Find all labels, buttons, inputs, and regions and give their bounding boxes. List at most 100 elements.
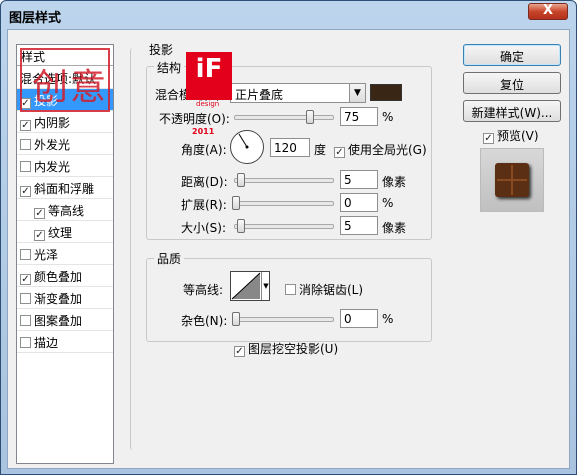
dialog-body: 样式 混合选项:默认投影内阴影外发光内发光斜面和浮雕等高线纹理光泽颜色叠加渐变叠…	[7, 29, 570, 469]
knockout-checkbox[interactable]: 图层挖空投影(U)	[234, 340, 338, 357]
style-item[interactable]: 内阴影	[17, 111, 113, 133]
antialias-checkbox[interactable]: 消除锯齿(L)	[285, 281, 363, 298]
distance-unit: 像素	[382, 175, 407, 189]
spread-label: 扩展(R):	[181, 198, 227, 212]
style-item-label: 等高线	[48, 204, 85, 218]
style-item[interactable]: 光泽	[17, 243, 113, 265]
style-item-label: 渐变叠加	[34, 292, 83, 306]
opacity-slider[interactable]	[234, 110, 334, 124]
style-item-label: 光泽	[34, 248, 59, 262]
knockout-check[interactable]	[234, 346, 245, 357]
style-item-checkbox[interactable]	[20, 161, 31, 172]
quality-label: 品质	[154, 250, 185, 267]
noise-unit: %	[382, 312, 394, 326]
style-item[interactable]: 内发光	[17, 155, 113, 177]
spread-slider-thumb[interactable]	[232, 196, 240, 210]
style-preview-thumbnail	[480, 148, 544, 212]
style-item-checkbox[interactable]	[20, 337, 31, 348]
size-unit: 像素	[382, 221, 407, 235]
structure-label: 结构	[154, 59, 185, 76]
style-item-checkbox[interactable]	[34, 230, 45, 241]
chevron-down-icon: ▼	[349, 84, 365, 102]
style-item[interactable]: 描边	[17, 331, 113, 353]
if-design-logo: iF	[186, 52, 232, 100]
spread-unit: %	[382, 196, 394, 210]
distance-slider[interactable]	[234, 173, 334, 187]
global-light-check[interactable]	[334, 147, 345, 158]
chocolate-preview-image	[495, 163, 529, 197]
contour-label: 等高线:	[183, 283, 224, 297]
noise-slider[interactable]	[232, 312, 334, 326]
style-item-checkbox[interactable]	[20, 315, 31, 326]
close-button[interactable]: X	[528, 3, 568, 20]
style-item-checkbox[interactable]	[20, 120, 31, 131]
watermark-seal: 创意	[20, 48, 110, 112]
title-bar[interactable]: 图层样式 X	[1, 1, 576, 29]
shadow-color-swatch[interactable]	[370, 84, 402, 101]
style-item[interactable]: 渐变叠加	[17, 287, 113, 309]
antialias-label: 消除锯齿(L)	[299, 283, 364, 297]
global-light-label: 使用全局光(G)	[348, 143, 427, 157]
style-item-label: 内发光	[34, 160, 71, 174]
blend-mode-select[interactable]: 正片叠底 ▼	[230, 83, 366, 103]
noise-input[interactable]: 0	[340, 309, 378, 328]
noise-label: 杂色(N):	[181, 314, 228, 328]
preview-checkbox[interactable]: 预览(V)	[483, 127, 539, 144]
style-item-label: 纹理	[48, 226, 73, 240]
noise-slider-thumb[interactable]	[232, 312, 240, 326]
style-item-checkbox[interactable]	[34, 208, 45, 219]
ok-button[interactable]: 确定	[463, 44, 561, 66]
style-item-checkbox[interactable]	[20, 139, 31, 150]
drop-shadow-title: 投影	[149, 41, 174, 58]
style-item-label: 斜面和浮雕	[34, 182, 95, 196]
size-label: 大小(S):	[181, 221, 227, 235]
knockout-label: 图层挖空投影(U)	[248, 342, 339, 356]
if-logo-subtext: design	[196, 100, 220, 108]
size-slider[interactable]	[234, 219, 334, 233]
window-title: 图层样式	[9, 11, 62, 26]
watermark-stamp-text: 创意	[32, 67, 109, 108]
size-input[interactable]: 5	[340, 216, 378, 235]
preview-label: 预览(V)	[497, 129, 539, 143]
spread-input[interactable]: 0	[340, 193, 378, 212]
angle-input[interactable]: 120	[270, 138, 310, 157]
style-item[interactable]: 颜色叠加	[17, 265, 113, 287]
style-item[interactable]: 纹理	[17, 221, 113, 243]
distance-label: 距离(D):	[181, 175, 228, 189]
contour-dropdown-icon[interactable]: ▼	[261, 272, 270, 300]
opacity-unit: %	[382, 110, 394, 124]
contour-picker[interactable]: ▼	[230, 271, 270, 301]
style-item-checkbox[interactable]	[20, 249, 31, 260]
angle-label: 角度(A):	[181, 143, 227, 157]
opacity-input[interactable]: 75	[340, 107, 378, 126]
angle-needle	[238, 133, 249, 149]
global-light-checkbox[interactable]: 使用全局光(G)	[334, 141, 427, 158]
style-item-label: 图案叠加	[34, 314, 83, 328]
size-slider-thumb[interactable]	[237, 219, 245, 233]
style-item-label: 内阴影	[34, 116, 71, 130]
distance-input[interactable]: 5	[340, 170, 378, 189]
if-logo-text: iF	[195, 54, 223, 84]
distance-slider-thumb[interactable]	[237, 173, 245, 187]
opacity-slider-thumb[interactable]	[306, 110, 314, 124]
style-item[interactable]: 等高线	[17, 199, 113, 221]
style-item[interactable]: 斜面和浮雕	[17, 177, 113, 199]
angle-dial[interactable]	[230, 130, 264, 164]
blend-mode-value: 正片叠底	[235, 88, 284, 102]
spread-slider[interactable]	[232, 196, 334, 210]
layer-style-dialog: 图层样式 X 样式 混合选项:默认投影内阴影外发光内发光斜面和浮雕等高线纹理光泽…	[0, 0, 577, 475]
style-item-checkbox[interactable]	[20, 274, 31, 285]
style-item-label: 描边	[34, 336, 59, 350]
angle-unit: 度	[314, 143, 327, 157]
close-icon: X	[542, 3, 554, 18]
style-item[interactable]: 外发光	[17, 133, 113, 155]
antialias-check[interactable]	[285, 284, 296, 295]
style-item[interactable]: 图案叠加	[17, 309, 113, 331]
quality-group	[146, 258, 432, 342]
reset-button[interactable]: 复位	[463, 72, 561, 94]
style-item-checkbox[interactable]	[20, 293, 31, 304]
preview-check[interactable]	[483, 133, 494, 144]
style-item-checkbox[interactable]	[20, 186, 31, 197]
new-style-button[interactable]: 新建样式(W)...	[463, 100, 561, 122]
style-item-label: 外发光	[34, 138, 71, 152]
